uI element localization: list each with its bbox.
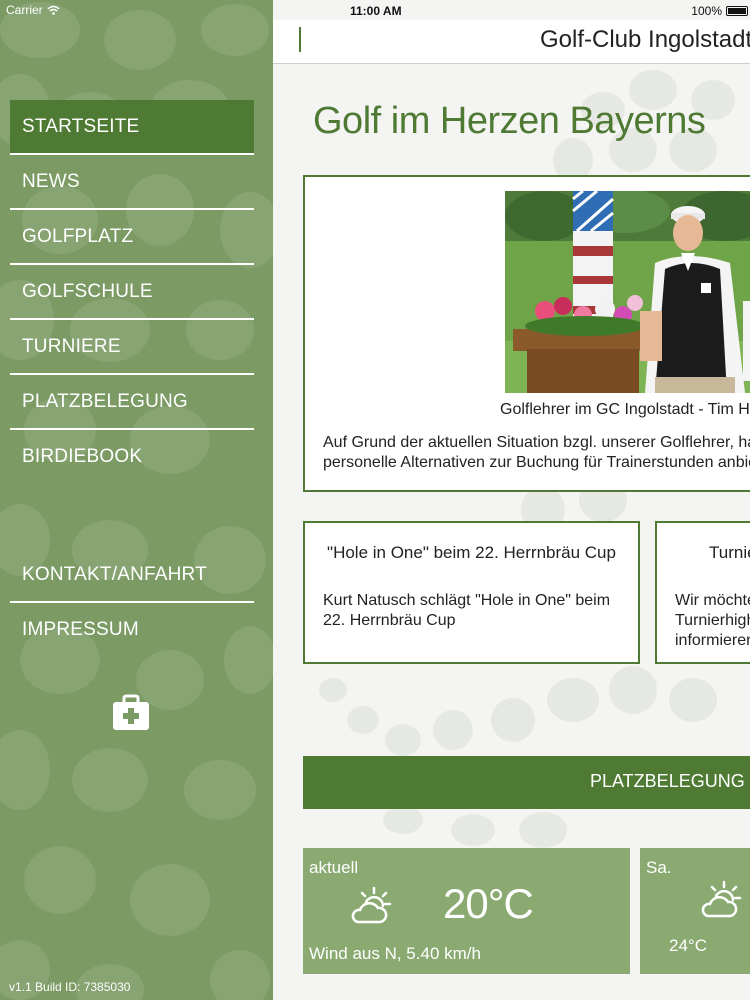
card-body-line: informieren xyxy=(675,632,750,649)
weather-temp: 24°C xyxy=(669,936,707,955)
nav-item-golfplatz[interactable]: GOLFPLATZ xyxy=(10,210,254,265)
card-body-line: Wir möchte xyxy=(675,592,750,609)
weather-label: aktuell xyxy=(309,858,359,877)
nav-bar: Golf-Club Ingolstadt e.V xyxy=(273,20,750,64)
nav-item-birdiebook[interactable]: BIRDIEBOOK xyxy=(10,430,254,483)
app-root: Carrier STARTSEITE NEWS GOLFPLATZ GOLFSC… xyxy=(0,0,750,1000)
feature-text-line: personelle Alternativen zur Buchung für … xyxy=(323,454,750,471)
platzbelegung-label: PLATZBELEGUNG xyxy=(590,771,745,791)
news-card-turniere[interactable]: Turnie Wir möchte Turnierhigh informiere… xyxy=(655,521,750,664)
carrier-label: Carrier xyxy=(6,3,43,17)
menu-toggle-icon[interactable] xyxy=(299,27,301,52)
feature-text-line: Auf Grund der aktuellen Situation bzgl. … xyxy=(323,434,750,451)
sidebar: Carrier STARTSEITE NEWS GOLFPLATZ GOLFSC… xyxy=(0,0,273,1000)
news-card-hole-in-one[interactable]: "Hole in One" beim 22. Herrnbräu Cup Kur… xyxy=(303,521,640,664)
nav-item-news[interactable]: NEWS xyxy=(10,155,254,210)
card-body-line: Turnierhigh xyxy=(675,612,750,629)
nav-item-turniere[interactable]: TURNIERE xyxy=(10,320,254,375)
battery-icon xyxy=(726,6,748,16)
secondary-nav: KONTAKT/ANFAHRT IMPRESSUM xyxy=(10,548,254,656)
first-aid-kit-icon[interactable] xyxy=(112,694,150,732)
feature-text: Auf Grund der aktuellen Situation bzgl. … xyxy=(323,433,750,473)
build-info: v1.1 Build ID: 7385030 xyxy=(9,980,131,994)
card-body: Kurt Natusch schlägt "Hole in One" beim … xyxy=(323,592,611,629)
nav-item-kontakt[interactable]: KONTAKT/ANFAHRT xyxy=(10,548,254,603)
card-title: "Hole in One" beim 22. Herrnbräu Cup xyxy=(327,543,616,562)
photo-caption: Golflehrer im GC Ingolstadt - Tim Hof xyxy=(500,401,750,418)
golf-instructor-photo xyxy=(505,191,750,393)
card-title: Turnie xyxy=(709,543,750,562)
weather-label: Sa. xyxy=(646,858,672,877)
nav-item-golfschule[interactable]: GOLFSCHULE xyxy=(10,265,254,320)
nav-item-impressum[interactable]: IMPRESSUM xyxy=(10,603,254,656)
platzbelegung-button[interactable]: PLATZBELEGUNG xyxy=(303,756,750,809)
status-carrier: Carrier xyxy=(6,3,60,17)
page-title: Golf-Club Ingolstadt e.V xyxy=(540,26,750,53)
headline: Golf im Herzen Bayerns xyxy=(313,100,706,142)
status-time: 11:00 AM xyxy=(350,4,402,18)
battery-percent: 100% xyxy=(691,4,722,18)
partly-cloudy-icon xyxy=(351,886,392,924)
partly-cloudy-icon xyxy=(701,880,742,918)
card-body: Wir möchte Turnierhigh informieren xyxy=(675,591,750,651)
nav-item-startseite[interactable]: STARTSEITE xyxy=(10,100,254,155)
weather-temp: 20°C xyxy=(443,880,534,927)
weather-current: aktuell 20°C Wind aus N, 5.40 km/h xyxy=(303,848,630,974)
status-battery: 100% xyxy=(691,4,748,18)
nav-item-platzbelegung[interactable]: PLATZBELEGUNG xyxy=(10,375,254,430)
main-content: 11:00 AM 100% Golf-Club Ingolstadt e.V G… xyxy=(273,0,750,1000)
weather-forecast-sat: Sa. 24°C xyxy=(640,848,750,974)
feature-article[interactable]: Golflehrer im GC Ingolstadt - Tim Hof Au… xyxy=(303,175,750,492)
weather-wind: Wind aus N, 5.40 km/h xyxy=(309,944,481,963)
main-nav: STARTSEITE NEWS GOLFPLATZ GOLFSCHULE TUR… xyxy=(10,100,254,483)
wifi-icon xyxy=(47,5,60,15)
